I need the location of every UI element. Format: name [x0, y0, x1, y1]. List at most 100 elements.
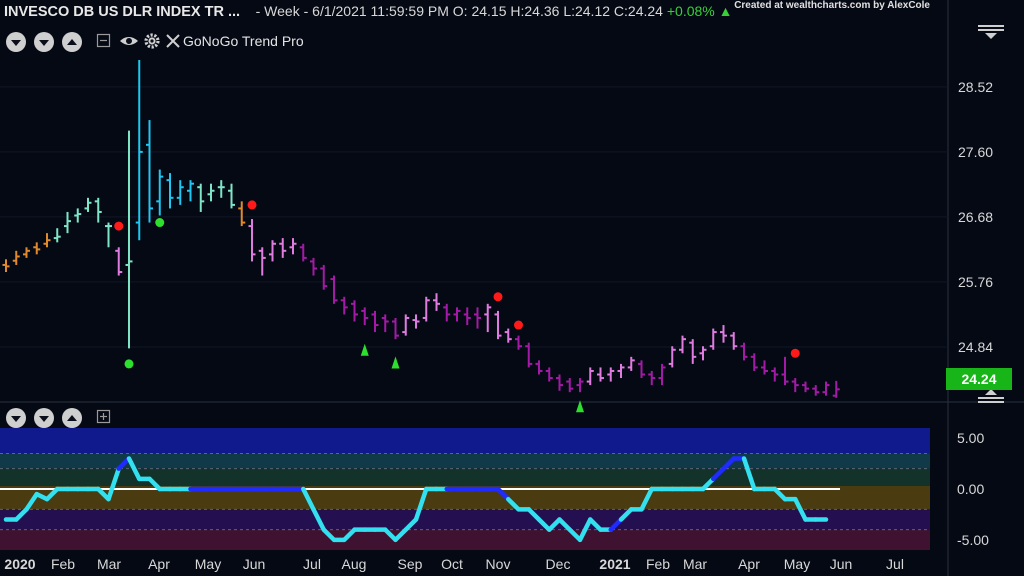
price-bar [23, 247, 30, 258]
price-bar [607, 367, 615, 382]
price-bar [453, 307, 461, 322]
price-bar [545, 367, 553, 382]
chart-canvas[interactable]: 2020 Feb Mar Apr May Jun Jul Aug Sep Oct Nov Dec 202… [0, 0, 1024, 576]
price-bar [638, 360, 645, 379]
red-signal-dot [790, 348, 800, 358]
price-bar [617, 363, 625, 379]
symbol-name[interactable]: INVESCO DB US DLR INDEX TR ... [4, 4, 240, 20]
osc-maximize-button[interactable] [96, 409, 112, 430]
remove-indicator-button[interactable] [165, 33, 181, 54]
price-bar [494, 310, 502, 340]
osc-scroll-back-button[interactable] [6, 408, 26, 428]
oscillator-band [0, 529, 930, 550]
y-tick-label: 27.60 [958, 144, 993, 160]
price-bar [699, 346, 707, 361]
x-tick-label: 2020 [4, 556, 35, 572]
price-bar [822, 381, 830, 396]
triangle-down-icon [39, 416, 49, 422]
price-bar [648, 370, 656, 386]
price-bar [320, 264, 328, 290]
scroll-back-button[interactable] [6, 32, 26, 52]
price-bar [310, 257, 317, 276]
collapse-pane-button[interactable] [34, 32, 54, 52]
change-percent: +0.08% [666, 3, 715, 19]
red-signal-dot [247, 200, 257, 210]
x-tick-label: Jul [886, 556, 904, 572]
price-bar [474, 307, 481, 329]
price-bar [84, 197, 92, 212]
close-icon [166, 34, 180, 48]
price-bar [433, 293, 440, 311]
triangle-up-icon [67, 39, 77, 45]
triangle-up-icon [67, 415, 77, 421]
price-bar [2, 259, 10, 273]
price-bar [361, 307, 369, 326]
triangle-down-icon [11, 416, 21, 422]
price-bar [392, 317, 399, 340]
x-tick-label: May [784, 556, 810, 572]
price-bar [197, 183, 205, 212]
price-bar [535, 360, 543, 375]
price-bar [228, 183, 235, 209]
ohlc-high: H:24.36 [510, 3, 560, 19]
price-bar [443, 303, 451, 322]
price-bar [463, 307, 471, 326]
x-tick-label: Jun [243, 556, 266, 572]
price-axis-menu[interactable] [976, 22, 1006, 47]
price-bar [597, 367, 604, 382]
x-tick-label: Apr [738, 556, 760, 572]
price-bar [238, 201, 246, 227]
y-tick-label: 24.84 [958, 339, 993, 355]
x-tick-label: Dec [546, 556, 571, 572]
price-bar [12, 250, 20, 265]
gear-icon [144, 33, 160, 49]
price-axis: 28.52 27.60 26.68 25.76 24.84 [958, 79, 993, 355]
oscillator-tick-label: 5.00 [957, 430, 984, 446]
x-tick-label: Jun [830, 556, 853, 572]
green-signal-dot [124, 359, 134, 369]
price-bar [791, 378, 799, 393]
price-bar [525, 342, 533, 368]
price-bar [627, 356, 635, 371]
oscillator-axis: 5.00 0.00 -5.00 [957, 430, 989, 548]
indicator-settings-button[interactable] [143, 32, 161, 55]
price-bar [330, 275, 338, 304]
expand-pane-button[interactable] [62, 32, 82, 52]
price-bar [740, 342, 748, 361]
oscillator-band [0, 428, 930, 454]
expand-icon [96, 409, 111, 424]
price-bar [94, 197, 102, 223]
credit-text: Created at wealthcharts.com by AlexCole [734, 0, 930, 11]
collapse-icon [96, 33, 111, 48]
oscillator-band [0, 453, 930, 469]
price-bar [371, 310, 379, 333]
osc-expand-pane-button[interactable] [62, 408, 82, 428]
change-up-icon: ▲ [718, 3, 733, 19]
ohlc-low: L:24.12 [563, 3, 611, 19]
price-bar [289, 238, 297, 255]
chart-app: 2020 Feb Mar Apr May Jun Jul Aug Sep Oct Nov Dec 202… [0, 0, 1024, 576]
red-signal-dot [514, 320, 523, 330]
minimize-indicator-button[interactable] [96, 33, 112, 54]
x-tick-label: Sep [398, 556, 423, 572]
oscillator-tick-label: -5.00 [957, 532, 989, 548]
price-bar [668, 346, 676, 368]
price-bar [802, 381, 809, 393]
signal-markers [114, 200, 800, 413]
price-bar [658, 363, 666, 386]
y-tick-label: 28.52 [958, 79, 993, 95]
price-bar [74, 208, 82, 223]
x-tick-label: Nov [486, 556, 511, 572]
price-bar [515, 335, 522, 350]
y-tick-label: 25.76 [958, 274, 993, 290]
triangle-down-icon [11, 40, 21, 46]
indicator-name: GoNoGo Trend Pro [183, 33, 304, 49]
osc-collapse-pane-button[interactable] [34, 408, 54, 428]
visibility-toggle[interactable] [118, 33, 140, 54]
price-bar [166, 173, 174, 209]
price-bar [156, 169, 164, 216]
price-bar [125, 130, 133, 349]
ohlc-open: O: 24.15 [452, 3, 507, 19]
oscillator-band [0, 509, 930, 530]
price-bar [279, 238, 287, 258]
